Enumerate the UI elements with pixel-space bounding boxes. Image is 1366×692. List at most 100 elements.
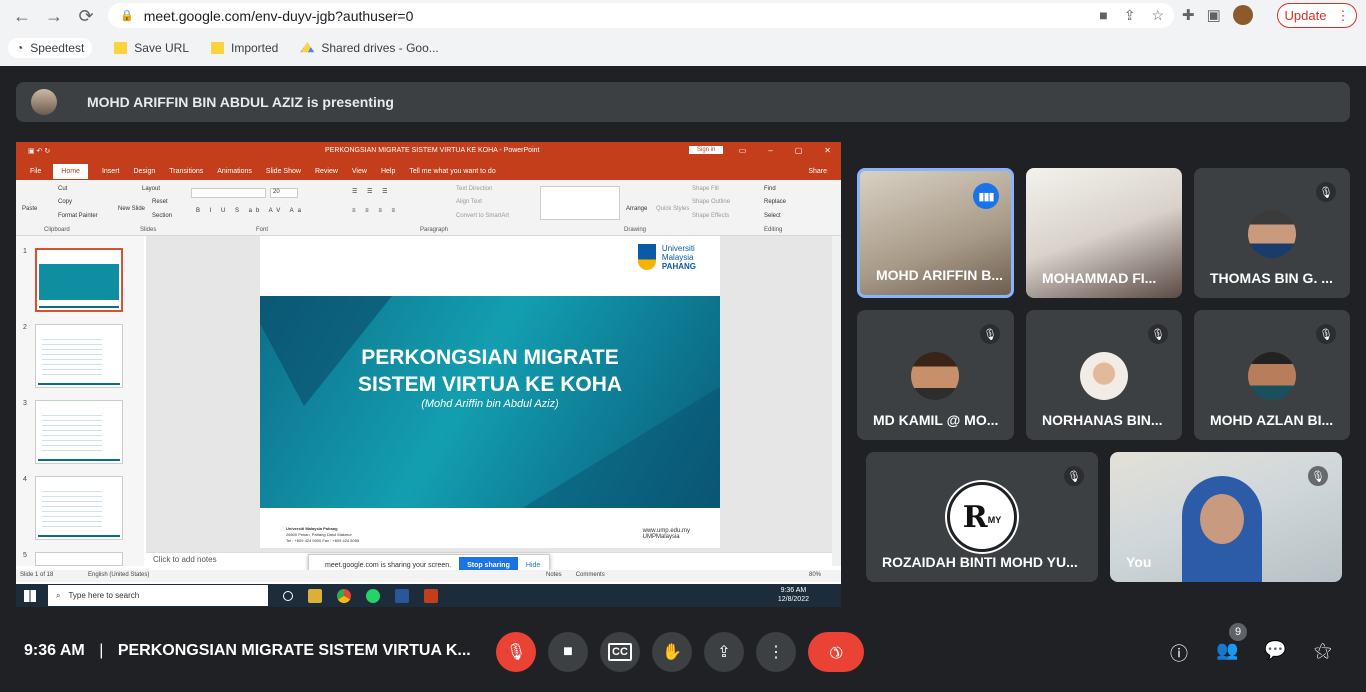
tab-design: Design [133, 167, 156, 175]
arrange-button: Arrange [626, 206, 648, 212]
clock-time: 9:36 AM [780, 587, 807, 594]
university-logo: Universiti Malaysia PAHANG [637, 244, 696, 271]
current-slide: Universiti Malaysia PAHANG PERKONGSIAN M… [260, 236, 720, 548]
footer-line: Tel : +609 424 5000 Fax : +609 424 5055 [286, 538, 360, 543]
participant-tile[interactable]: MOHAMMAD FI... [1026, 168, 1182, 298]
menu-dots-icon: ⋮ [1336, 7, 1350, 23]
raise-hand-button[interactable]: ✋ [652, 632, 692, 672]
thumb-number: 1 [23, 248, 27, 255]
camera-icon[interactable]: ■ [1099, 7, 1107, 24]
participant-tile[interactable]: 🎙 THOMAS BIN G. ... [1194, 168, 1350, 298]
tab-animations: Animations [217, 167, 252, 175]
ppt-title-bar: ▣ ↶ ↻ PERKONGSIAN MIGRATE SISTEM VIRTUA … [16, 142, 841, 162]
group-paragraph: Paragraph [420, 227, 449, 233]
back-icon[interactable]: ← [6, 0, 38, 32]
participant-tile[interactable]: 🎙 You [1110, 452, 1342, 582]
participant-tile[interactable]: 🎙 MD KAMIL @ MO... [857, 310, 1014, 440]
participant-tile[interactable]: 🎙 R MY ROZAIDAH BINTI MOHD YU... [866, 452, 1098, 582]
bookmark-label: Save URL [134, 41, 189, 55]
slide-thumbnail [35, 476, 123, 540]
minimize-icon: – [768, 146, 773, 155]
search-icon: ⌕ [56, 590, 61, 600]
powerpoint-icon [424, 588, 438, 603]
present-button[interactable]: ⇪ [704, 632, 744, 672]
slide-title-line1: PERKONGSIAN MIGRATE [361, 346, 619, 369]
participant-name: ROZAIDAH BINTI MOHD YU... [882, 554, 1078, 570]
bookmark-shared-drives[interactable]: Shared drives - Goo... [300, 41, 439, 55]
mic-off-icon: 🎙 [980, 324, 1000, 344]
current-time: 9:36 AM [24, 642, 85, 659]
present-screen-icon: ⇪ [717, 644, 731, 661]
participant-tile[interactable]: 🎙 NORHANAS BIN... [1026, 310, 1182, 440]
captions-button[interactable]: CC [600, 632, 640, 672]
hide-button: Hide [525, 561, 541, 569]
bookmark-speedtest[interactable]: ◔ Speedtest [8, 38, 93, 58]
reload-icon[interactable]: ⟳ [70, 0, 102, 32]
mic-off-icon: 🎙 [1148, 324, 1168, 344]
format-painter-button: Format Painter [58, 213, 98, 219]
university-crest-icon [637, 244, 656, 270]
activities-icon[interactable]: ⚝ [1314, 640, 1332, 661]
slide-thumbnail [35, 248, 123, 312]
bookmark-star-icon[interactable]: ☆ [1151, 7, 1164, 24]
chat-icon[interactable]: 💬 [1264, 640, 1286, 661]
leave-call-button[interactable]: ✆ [808, 632, 864, 672]
group-drawing: Drawing [624, 227, 647, 233]
slide-footer-web: www.ump.edu.my UMPMalaysia [643, 528, 690, 540]
share-page-icon[interactable]: ⇪ [1124, 7, 1136, 24]
mic-toggle-button[interactable]: 🎙 [496, 632, 536, 672]
bookmark-label: Shared drives - Goo... [321, 41, 439, 55]
participant-name: MOHD ARIFFIN B... [876, 267, 1004, 283]
maximize-icon: ▢ [794, 146, 803, 155]
more-options-button[interactable]: ⋮ [756, 632, 796, 672]
avatar [1248, 210, 1296, 258]
profile-avatar-icon[interactable] [1232, 5, 1253, 25]
ppt-share: Share [808, 167, 827, 175]
mic-off-icon: 🎙 [1316, 324, 1336, 344]
people-icon[interactable]: 👥 [1216, 640, 1238, 661]
separator: | [99, 642, 104, 659]
extensions-icon[interactable]: ✚ [1182, 6, 1195, 24]
forward-icon[interactable]: → [38, 0, 70, 32]
participant-name: THOMAS BIN G. ... [1210, 270, 1333, 286]
clock-date: 12/8/2022 [777, 596, 809, 603]
participant-name: MD KAMIL @ MO... [873, 412, 999, 428]
logo-initials: R [962, 499, 988, 535]
status-comments: Comments [575, 572, 605, 578]
logo-text: PAHANG [661, 262, 696, 271]
save-icon: ▣ ↶ ↻ [28, 148, 51, 155]
slide-thumbnail [35, 324, 123, 388]
mic-off-icon: 🎙 [1308, 466, 1328, 486]
bookmark-save-url[interactable]: Save URL [114, 41, 189, 55]
extension-icons: ✚ ▣ [1182, 5, 1253, 25]
logo-initials-sub: MY [987, 515, 1002, 525]
footer-handle: UMPMalaysia [642, 534, 680, 540]
mic-off-icon: 🎙 [505, 644, 527, 661]
bookmark-imported[interactable]: Imported [211, 41, 278, 55]
meeting-details-icon[interactable]: ⓘ [1170, 640, 1188, 666]
participant-tile[interactable]: 🎙 MOHD AZLAN BI... [1194, 310, 1350, 440]
avatar [1080, 352, 1128, 400]
cortana-icon [283, 590, 293, 601]
hang-up-icon: ✆ [824, 640, 847, 663]
ppt-status-bar: Slide 1 of 18 English (United States) No… [16, 570, 841, 582]
paragraph-icons: ☰ ☰ ☰ [352, 189, 392, 195]
ppt-window-title: PERKONGSIAN MIGRATE SISTEM VIRTUA KE KOH… [325, 147, 540, 154]
font-size-box: 20 [270, 188, 298, 198]
presenter-avatar [31, 89, 57, 115]
thumb-number: 3 [23, 400, 27, 407]
address-bar[interactable]: 🔒 meet.google.com/env-duyv-jgb?authuser=… [108, 3, 1174, 28]
speedtest-icon: ◔ [16, 41, 24, 55]
close-icon: ✕ [824, 146, 831, 155]
sidepanel-icon[interactable]: ▣ [1207, 6, 1221, 24]
update-button[interactable]: Update ⋮ [1277, 3, 1357, 28]
find-button: Find [764, 186, 776, 192]
ribbon-display-icon: ▭ [738, 146, 747, 155]
camera-toggle-button[interactable]: ■ [548, 632, 588, 672]
slide-title-line2: SISTEM VIRTUA KE KOHA [357, 373, 623, 396]
tab-review: Review [314, 167, 338, 175]
captions-icon: CC [608, 643, 632, 661]
participant-tile[interactable]: ▮▮▮ MOHD ARIFFIN B... [857, 168, 1014, 298]
windows-taskbar: ⌕ Type here to search 9:36 AM 12/8/2022 [16, 584, 841, 607]
ppt-ribbon: Paste Cut Copy Format Painter New Slide … [16, 180, 841, 236]
